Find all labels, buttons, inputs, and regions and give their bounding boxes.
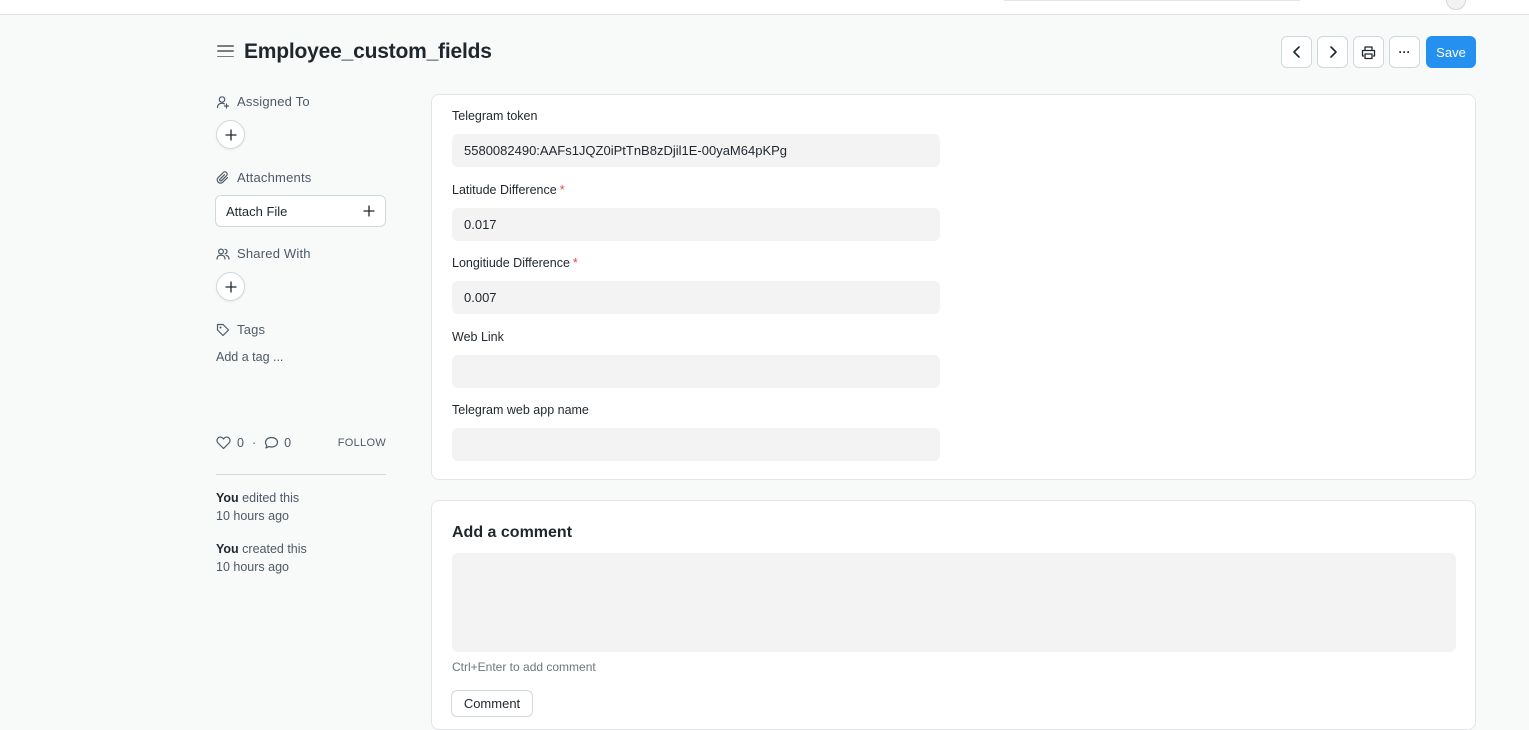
plus-icon [363, 205, 375, 217]
print-button[interactable] [1353, 36, 1384, 68]
tags-label: Tags [237, 322, 266, 337]
field-label-wrap: Longitiude Difference * [452, 256, 940, 274]
add-share-button[interactable] [216, 272, 245, 301]
attachments-section: Attachments [216, 170, 311, 185]
chevron-left-icon [1292, 46, 1300, 58]
sidebar-divider [216, 474, 386, 475]
activity-time: 10 hours ago [216, 560, 289, 574]
users-icon [216, 247, 230, 260]
field-label: Web Link [452, 330, 504, 344]
longitude-difference-field: Longitiude Difference * 0.007 [452, 256, 940, 314]
web-link-field: Web Link [452, 330, 940, 388]
tag-icon [216, 323, 230, 336]
page-title: Employee_custom_fields [244, 40, 492, 63]
activity-user: You [216, 491, 239, 505]
comment-count: 0 [284, 436, 292, 450]
activity-action: created this [242, 542, 307, 556]
attachments-label: Attachments [237, 170, 312, 185]
follow-button[interactable]: FOLLOW [338, 437, 386, 449]
more-actions-button[interactable]: ··· [1389, 36, 1420, 68]
activity-action: edited this [242, 491, 300, 505]
save-button[interactable]: Save [1426, 36, 1476, 68]
user-add-icon [216, 95, 230, 109]
field-label-wrap: Latitude Difference * [452, 183, 940, 201]
page-head: Employee_custom_fields ··· Save [0, 36, 1529, 70]
shared-with-section: Shared With [216, 246, 311, 261]
activity-item: You edited this 10 hours ago [216, 489, 388, 525]
plus-icon [224, 128, 237, 141]
add-assignee-button[interactable] [216, 120, 245, 149]
plus-icon [224, 280, 237, 293]
heart-icon[interactable] [216, 436, 231, 450]
required-indicator: * [559, 183, 565, 197]
stats-separator: · [251, 436, 257, 450]
field-label: Telegram token [452, 109, 538, 123]
comment-section: Add a comment Ctrl+Enter to add comment … [431, 500, 1476, 730]
field-label: Telegram web app name [452, 403, 589, 417]
required-indicator: * [572, 256, 578, 270]
form-section: Telegram token 5580082490:AAFs1JQZ0iPtTn… [431, 94, 1476, 480]
comment-button[interactable]: Comment [451, 690, 533, 717]
latitude-difference-field: Latitude Difference * 0.017 [452, 183, 940, 241]
latitude-difference-input[interactable]: 0.017 [452, 208, 940, 241]
activity-item: You created this 10 hours ago [216, 540, 388, 576]
activity-user: You [216, 542, 239, 556]
doc-stats: 0 · 0 FOLLOW [216, 436, 388, 450]
attach-file-label: Attach File [226, 203, 288, 219]
comment-hint: Ctrl+Enter to add comment [452, 660, 596, 674]
search-bar[interactable] [1003, 0, 1301, 1]
longitude-difference-input[interactable]: 0.007 [452, 281, 940, 314]
telegram-web-app-name-input[interactable] [452, 428, 940, 461]
activity-time: 10 hours ago [216, 509, 289, 523]
chevron-right-icon [1329, 46, 1337, 58]
assigned-to-section: Assigned To [216, 94, 310, 109]
shared-with-label: Shared With [237, 246, 311, 261]
next-doc-button[interactable] [1317, 36, 1348, 68]
paperclip-icon [216, 170, 229, 184]
previous-doc-button[interactable] [1281, 36, 1312, 68]
tags-section: Tags [216, 322, 265, 337]
attach-file-button[interactable]: Attach File [215, 195, 386, 227]
comment-input[interactable] [452, 553, 1456, 652]
add-tag-link[interactable]: Add a tag ... [216, 350, 283, 364]
telegram-web-app-name-field: Telegram web app name [452, 403, 940, 461]
web-link-input[interactable] [452, 355, 940, 388]
field-label: Longitiude Difference [452, 256, 570, 270]
comment-title: Add a comment [452, 524, 573, 541]
field-label: Latitude Difference [452, 183, 557, 197]
sidebar-toggle-icon[interactable] [217, 45, 234, 59]
assigned-to-label: Assigned To [237, 94, 310, 109]
comment-icon [265, 436, 279, 449]
navbar [0, 0, 1529, 15]
telegram-token-input[interactable]: 5580082490:AAFs1JQZ0iPtTnB8zDjil1E-00yaM… [452, 134, 940, 167]
like-count: 0 [237, 436, 244, 450]
telegram-token-field: Telegram token 5580082490:AAFs1JQZ0iPtTn… [452, 109, 940, 167]
user-avatar[interactable] [1446, 0, 1466, 10]
printer-icon [1361, 45, 1376, 59]
